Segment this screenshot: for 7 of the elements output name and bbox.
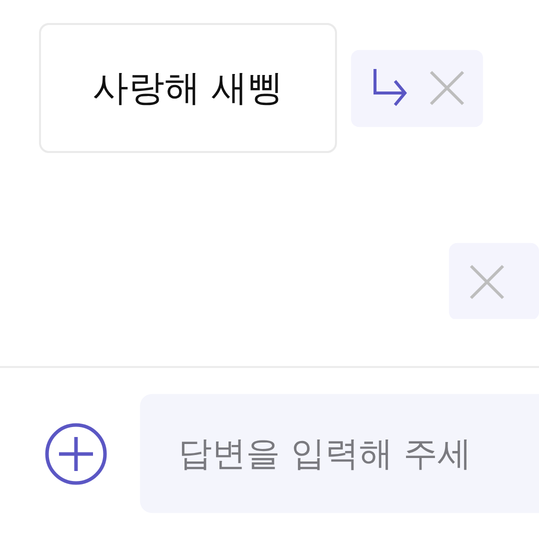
answer-field[interactable]: 답변을 입력해 주세 bbox=[140, 394, 539, 513]
close-icon bbox=[429, 70, 465, 106]
add-icon[interactable] bbox=[44, 422, 108, 486]
message-bubble: 사랑해 새삥 bbox=[39, 23, 337, 153]
close-icon bbox=[469, 264, 505, 300]
corner-arrow-icon bbox=[371, 67, 409, 109]
reply-button[interactable] bbox=[371, 67, 409, 109]
